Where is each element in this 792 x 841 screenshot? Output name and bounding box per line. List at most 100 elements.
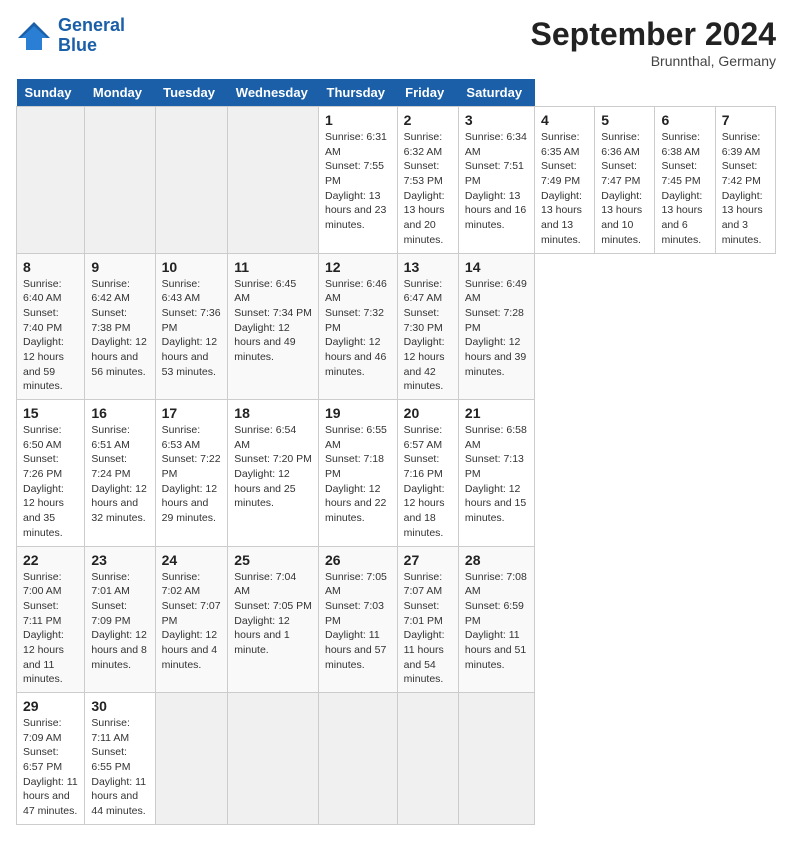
day-info: Sunrise: 7:07 AM Sunset: 7:01 PM Dayligh… xyxy=(404,570,452,688)
calendar-cell: 9 Sunrise: 6:42 AM Sunset: 7:38 PM Dayli… xyxy=(85,253,155,400)
day-info: Sunrise: 6:38 AM Sunset: 7:45 PM Dayligh… xyxy=(661,130,708,248)
day-number: 5 xyxy=(601,112,648,128)
day-info: Sunrise: 6:55 AM Sunset: 7:18 PM Dayligh… xyxy=(325,423,391,526)
month-title: September 2024 xyxy=(531,16,776,53)
calendar-cell: 24 Sunrise: 7:02 AM Sunset: 7:07 PM Dayl… xyxy=(155,546,228,693)
header-monday: Monday xyxy=(85,79,155,107)
empty-cell xyxy=(17,107,85,254)
calendar-cell: 8 Sunrise: 6:40 AM Sunset: 7:40 PM Dayli… xyxy=(17,253,85,400)
day-info: Sunrise: 6:47 AM Sunset: 7:30 PM Dayligh… xyxy=(404,277,452,395)
day-number: 9 xyxy=(91,259,148,275)
calendar-cell: 26 Sunrise: 7:05 AM Sunset: 7:03 PM Dayl… xyxy=(319,546,398,693)
day-info: Sunrise: 7:05 AM Sunset: 7:03 PM Dayligh… xyxy=(325,570,391,673)
empty-cell xyxy=(228,107,319,254)
day-info: Sunrise: 6:53 AM Sunset: 7:22 PM Dayligh… xyxy=(162,423,222,526)
calendar-cell: 15 Sunrise: 6:50 AM Sunset: 7:26 PM Dayl… xyxy=(17,400,85,547)
calendar-cell: 12 Sunrise: 6:46 AM Sunset: 7:32 PM Dayl… xyxy=(319,253,398,400)
day-info: Sunrise: 7:02 AM Sunset: 7:07 PM Dayligh… xyxy=(162,570,222,673)
day-info: Sunrise: 7:00 AM Sunset: 7:11 PM Dayligh… xyxy=(23,570,78,688)
logo-icon xyxy=(16,18,52,54)
day-number: 7 xyxy=(722,112,769,128)
day-info: Sunrise: 7:08 AM Sunset: 6:59 PM Dayligh… xyxy=(465,570,528,673)
day-info: Sunrise: 6:49 AM Sunset: 7:28 PM Dayligh… xyxy=(465,277,528,380)
day-info: Sunrise: 6:46 AM Sunset: 7:32 PM Dayligh… xyxy=(325,277,391,380)
calendar-cell: 22 Sunrise: 7:00 AM Sunset: 7:11 PM Dayl… xyxy=(17,546,85,693)
header-friday: Friday xyxy=(397,79,458,107)
day-info: Sunrise: 6:42 AM Sunset: 7:38 PM Dayligh… xyxy=(91,277,148,380)
day-info: Sunrise: 6:57 AM Sunset: 7:16 PM Dayligh… xyxy=(404,423,452,541)
calendar-cell: 1 Sunrise: 6:31 AM Sunset: 7:55 PM Dayli… xyxy=(319,107,398,254)
calendar-cell: 27 Sunrise: 7:07 AM Sunset: 7:01 PM Dayl… xyxy=(397,546,458,693)
day-number: 25 xyxy=(234,552,312,568)
calendar-row: 29 Sunrise: 7:09 AM Sunset: 6:57 PM Dayl… xyxy=(17,693,776,825)
day-number: 28 xyxy=(465,552,528,568)
calendar-row: 8 Sunrise: 6:40 AM Sunset: 7:40 PM Dayli… xyxy=(17,253,776,400)
calendar-cell: 20 Sunrise: 6:57 AM Sunset: 7:16 PM Dayl… xyxy=(397,400,458,547)
day-info: Sunrise: 6:31 AM Sunset: 7:55 PM Dayligh… xyxy=(325,130,391,233)
day-number: 24 xyxy=(162,552,222,568)
day-info: Sunrise: 7:09 AM Sunset: 6:57 PM Dayligh… xyxy=(23,716,78,819)
calendar-cell: 3 Sunrise: 6:34 AM Sunset: 7:51 PM Dayli… xyxy=(458,107,534,254)
day-number: 3 xyxy=(465,112,528,128)
calendar-cell: 4 Sunrise: 6:35 AM Sunset: 7:49 PM Dayli… xyxy=(535,107,595,254)
calendar-cell: 5 Sunrise: 6:36 AM Sunset: 7:47 PM Dayli… xyxy=(595,107,655,254)
header-tuesday: Tuesday xyxy=(155,79,228,107)
empty-cell xyxy=(155,107,228,254)
calendar-cell xyxy=(397,693,458,825)
calendar-cell: 18 Sunrise: 6:54 AM Sunset: 7:20 PM Dayl… xyxy=(228,400,319,547)
calendar-row: 22 Sunrise: 7:00 AM Sunset: 7:11 PM Dayl… xyxy=(17,546,776,693)
calendar-cell: 23 Sunrise: 7:01 AM Sunset: 7:09 PM Dayl… xyxy=(85,546,155,693)
day-number: 29 xyxy=(23,698,78,714)
header-wednesday: Wednesday xyxy=(228,79,319,107)
calendar-cell xyxy=(458,693,534,825)
day-info: Sunrise: 6:36 AM Sunset: 7:47 PM Dayligh… xyxy=(601,130,648,248)
calendar-cell xyxy=(319,693,398,825)
header-sunday: Sunday xyxy=(17,79,85,107)
calendar-cell: 2 Sunrise: 6:32 AM Sunset: 7:53 PM Dayli… xyxy=(397,107,458,254)
day-number: 20 xyxy=(404,405,452,421)
day-info: Sunrise: 6:32 AM Sunset: 7:53 PM Dayligh… xyxy=(404,130,452,248)
day-number: 12 xyxy=(325,259,391,275)
header-thursday: Thursday xyxy=(319,79,398,107)
day-number: 13 xyxy=(404,259,452,275)
day-number: 21 xyxy=(465,405,528,421)
day-number: 14 xyxy=(465,259,528,275)
day-info: Sunrise: 6:40 AM Sunset: 7:40 PM Dayligh… xyxy=(23,277,78,395)
calendar-cell: 14 Sunrise: 6:49 AM Sunset: 7:28 PM Dayl… xyxy=(458,253,534,400)
calendar-cell: 25 Sunrise: 7:04 AM Sunset: 7:05 PM Dayl… xyxy=(228,546,319,693)
day-info: Sunrise: 6:39 AM Sunset: 7:42 PM Dayligh… xyxy=(722,130,769,248)
calendar-row: 15 Sunrise: 6:50 AM Sunset: 7:26 PM Dayl… xyxy=(17,400,776,547)
calendar-cell: 10 Sunrise: 6:43 AM Sunset: 7:36 PM Dayl… xyxy=(155,253,228,400)
day-info: Sunrise: 6:50 AM Sunset: 7:26 PM Dayligh… xyxy=(23,423,78,541)
day-info: Sunrise: 6:54 AM Sunset: 7:20 PM Dayligh… xyxy=(234,423,312,511)
day-number: 30 xyxy=(91,698,148,714)
calendar-cell: 16 Sunrise: 6:51 AM Sunset: 7:24 PM Dayl… xyxy=(85,400,155,547)
day-info: Sunrise: 6:43 AM Sunset: 7:36 PM Dayligh… xyxy=(162,277,222,380)
calendar-cell: 11 Sunrise: 6:45 AM Sunset: 7:34 PM Dayl… xyxy=(228,253,319,400)
day-number: 6 xyxy=(661,112,708,128)
day-info: Sunrise: 6:58 AM Sunset: 7:13 PM Dayligh… xyxy=(465,423,528,526)
day-number: 26 xyxy=(325,552,391,568)
day-number: 1 xyxy=(325,112,391,128)
calendar-cell xyxy=(228,693,319,825)
page-header: General Blue September 2024 Brunnthal, G… xyxy=(16,16,776,69)
calendar-row: 1 Sunrise: 6:31 AM Sunset: 7:55 PM Dayli… xyxy=(17,107,776,254)
header-saturday: Saturday xyxy=(458,79,534,107)
calendar-cell: 28 Sunrise: 7:08 AM Sunset: 6:59 PM Dayl… xyxy=(458,546,534,693)
calendar-cell: 21 Sunrise: 6:58 AM Sunset: 7:13 PM Dayl… xyxy=(458,400,534,547)
day-number: 16 xyxy=(91,405,148,421)
calendar-table: SundayMondayTuesdayWednesdayThursdayFrid… xyxy=(16,79,776,825)
calendar-cell: 17 Sunrise: 6:53 AM Sunset: 7:22 PM Dayl… xyxy=(155,400,228,547)
day-number: 27 xyxy=(404,552,452,568)
calendar-cell: 30 Sunrise: 7:11 AM Sunset: 6:55 PM Dayl… xyxy=(85,693,155,825)
calendar-header-row: SundayMondayTuesdayWednesdayThursdayFrid… xyxy=(17,79,776,107)
day-number: 22 xyxy=(23,552,78,568)
calendar-cell xyxy=(155,693,228,825)
day-info: Sunrise: 7:04 AM Sunset: 7:05 PM Dayligh… xyxy=(234,570,312,658)
day-number: 23 xyxy=(91,552,148,568)
day-number: 11 xyxy=(234,259,312,275)
calendar-cell: 19 Sunrise: 6:55 AM Sunset: 7:18 PM Dayl… xyxy=(319,400,398,547)
day-info: Sunrise: 7:01 AM Sunset: 7:09 PM Dayligh… xyxy=(91,570,148,673)
location-subtitle: Brunnthal, Germany xyxy=(531,53,776,69)
day-info: Sunrise: 7:11 AM Sunset: 6:55 PM Dayligh… xyxy=(91,716,148,819)
